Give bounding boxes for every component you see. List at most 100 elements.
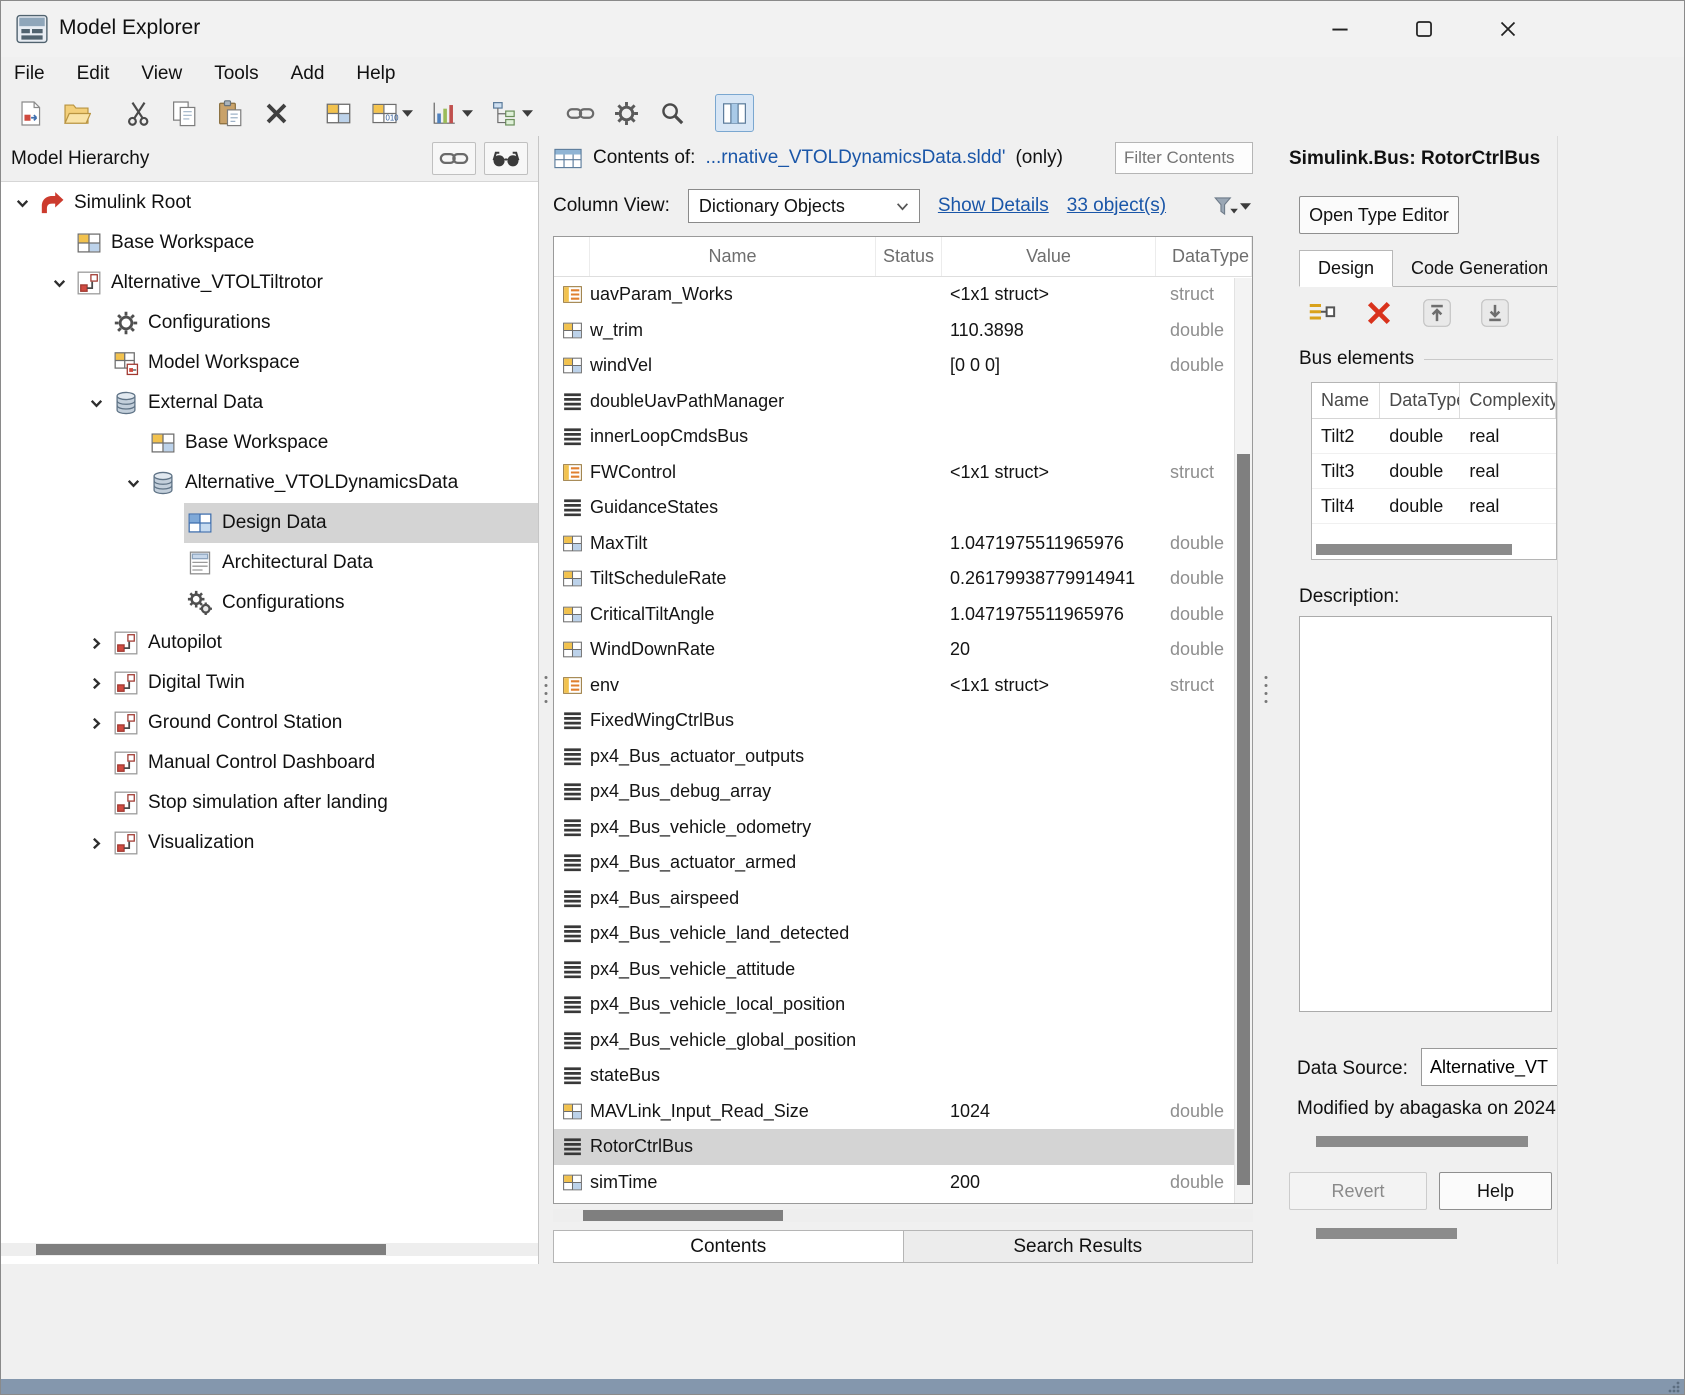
table-row[interactable]: TiltScheduleRate0.26179938779914941doubl… [554, 561, 1252, 597]
table-row[interactable]: px4_Bus_vehicle_local_position [554, 987, 1252, 1023]
bus-table-hscrollbar-thumb[interactable] [1316, 544, 1512, 555]
chevron-right-icon[interactable] [88, 675, 105, 692]
table-row[interactable]: simTime200double [554, 1165, 1252, 1201]
minimize-button[interactable] [1309, 7, 1371, 51]
table-row[interactable]: RotorCtrlBus [554, 1129, 1252, 1165]
column-view-select[interactable]: Dictionary Objects [688, 189, 920, 223]
column-header-status[interactable]: Status [876, 237, 942, 276]
table-row[interactable]: MaxTilt1.0471975511965976double [554, 526, 1252, 562]
properties-hscrollbar-thumb[interactable] [1316, 1136, 1528, 1147]
tree-item[interactable]: Autopilot [1, 623, 538, 663]
data-grid-icon-button[interactable]: 010 [365, 94, 418, 132]
table-row[interactable]: windVel[0 0 0]double [554, 348, 1252, 384]
expand-toggle[interactable] [9, 195, 36, 212]
expand-toggle[interactable] [46, 275, 73, 292]
open-type-editor-button[interactable]: Open Type Editor [1299, 196, 1459, 234]
table-row[interactable]: GuidanceStates [554, 490, 1252, 526]
tab-contents[interactable]: Contents [553, 1230, 904, 1263]
glasses-button[interactable] [484, 142, 528, 175]
open-icon-button[interactable] [57, 94, 96, 132]
chevron-down-icon[interactable] [51, 275, 68, 292]
dropdown-arrow-icon[interactable] [399, 110, 413, 117]
tree-item[interactable]: Base Workspace [1, 423, 538, 463]
bus-element-row[interactable]: Tilt4doublereal [1312, 489, 1556, 524]
column-header-name[interactable]: Name [590, 237, 876, 276]
description-textarea[interactable] [1299, 616, 1552, 1012]
table-row[interactable]: px4_Bus_vehicle_global_position [554, 1023, 1252, 1059]
cut-icon-button[interactable] [119, 94, 158, 132]
hierarchy-hscrollbar-thumb[interactable] [36, 1244, 386, 1255]
contents-hscrollbar-thumb[interactable] [583, 1210, 783, 1221]
dropdown-arrow-icon[interactable] [459, 110, 473, 117]
table-row[interactable]: env<1x1 struct>struct [554, 668, 1252, 704]
delete-icon-button[interactable] [257, 94, 296, 132]
filter-menu-button[interactable] [1210, 192, 1253, 220]
gear-toolbar-icon-button[interactable] [607, 94, 646, 132]
expand-toggle[interactable] [83, 835, 110, 852]
tree-item[interactable]: Base Workspace [1, 223, 538, 263]
menu-view[interactable]: View [141, 63, 182, 85]
bus-element-row[interactable]: Tilt3doublereal [1312, 454, 1556, 489]
chevron-down-icon[interactable] [88, 395, 105, 412]
tree-item[interactable]: Configurations [1, 303, 538, 343]
add-bus-element-button[interactable] [1301, 294, 1341, 332]
chevron-down-icon[interactable] [14, 195, 31, 212]
table-row[interactable]: px4_Bus_vehicle_land_detected [554, 916, 1252, 952]
maximize-button[interactable] [1393, 7, 1455, 51]
show-details-link[interactable]: Show Details [938, 195, 1049, 217]
chevron-right-icon[interactable] [88, 835, 105, 852]
contents-vscrollbar-thumb[interactable] [1237, 454, 1250, 1185]
close-button[interactable] [1477, 7, 1539, 51]
table-row[interactable]: px4_Bus_vehicle_attitude [554, 952, 1252, 988]
tab-design[interactable]: Design [1299, 250, 1393, 287]
tree-item[interactable]: Model Workspace [1, 343, 538, 383]
table-row[interactable]: px4_Bus_actuator_outputs [554, 739, 1252, 775]
tree-item[interactable]: Stop simulation after landing [1, 783, 538, 823]
panel-splitter-left[interactable] [539, 136, 553, 1264]
tree-item[interactable]: Alternative_VTOLTiltrotor [1, 263, 538, 303]
expand-toggle[interactable] [83, 395, 110, 412]
table-row[interactable]: WindDownRate20double [554, 632, 1252, 668]
chevron-right-icon[interactable] [88, 715, 105, 732]
tree-item[interactable]: Configurations [1, 583, 538, 623]
menu-edit[interactable]: Edit [77, 63, 110, 85]
tree-item[interactable]: Ground Control Station [1, 703, 538, 743]
paste-icon-button[interactable] [211, 94, 250, 132]
table-row[interactable]: FixedWingCtrlBus [554, 703, 1252, 739]
chevron-right-icon[interactable] [88, 635, 105, 652]
filter-contents-input[interactable] [1115, 142, 1253, 174]
tree-item[interactable]: Visualization [1, 823, 538, 863]
tab-search-results[interactable]: Search Results [904, 1230, 1254, 1263]
column-view-icon-button[interactable] [715, 94, 754, 132]
contents-hscrollbar[interactable] [553, 1209, 1253, 1222]
contents-vscrollbar[interactable] [1234, 278, 1252, 1203]
expand-toggle[interactable] [83, 715, 110, 732]
table-row[interactable]: w_trim110.3898double [554, 313, 1252, 349]
tree-item[interactable]: Design Data [1, 503, 538, 543]
tree-item[interactable]: External Data [1, 383, 538, 423]
help-button[interactable]: Help [1439, 1172, 1552, 1210]
hierarchy-hscrollbar[interactable] [1, 1243, 538, 1256]
table-row[interactable]: FWControl<1x1 struct>struct [554, 455, 1252, 491]
link-button[interactable] [432, 142, 476, 175]
table-row[interactable]: doubleUavPathManager [554, 384, 1252, 420]
menu-tools[interactable]: Tools [214, 63, 258, 85]
copy-icon-button[interactable] [165, 94, 204, 132]
menu-file[interactable]: File [14, 63, 45, 85]
column-header-value[interactable]: Value [942, 237, 1156, 276]
chart-icon-button[interactable] [425, 94, 478, 132]
resize-grip[interactable] [1667, 1380, 1681, 1393]
table-row[interactable]: uavParam_Works<1x1 struct>struct [554, 277, 1252, 313]
table-row[interactable]: stateBus [554, 1058, 1252, 1094]
table-row[interactable]: MAVLink_Input_Read_Size1024double [554, 1094, 1252, 1130]
workspace-grid-icon-button[interactable] [319, 94, 358, 132]
hierarchy-view-icon-button[interactable] [485, 94, 538, 132]
expand-toggle[interactable] [83, 675, 110, 692]
link-icon-button[interactable] [561, 94, 600, 132]
find-icon-button[interactable] [653, 94, 692, 132]
chevron-down-icon[interactable] [125, 475, 142, 492]
table-row[interactable]: px4_Bus_debug_array [554, 774, 1252, 810]
column-header-datatype[interactable]: DataType [1156, 237, 1252, 276]
tab-code-generation[interactable]: Code Generation [1393, 251, 1558, 286]
table-row[interactable]: px4_Bus_airspeed [554, 881, 1252, 917]
